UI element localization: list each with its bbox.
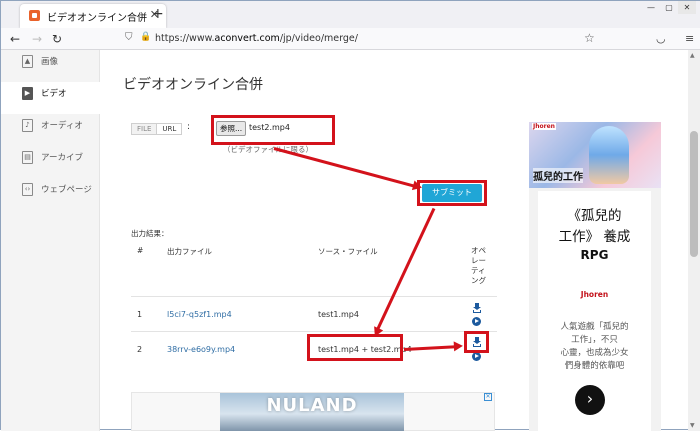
op-header-line: ティ	[471, 266, 486, 275]
sidebar-item-image[interactable]: ▲ 画像	[1, 50, 100, 82]
annotation-box-download	[464, 331, 489, 353]
op-header-line: ング	[471, 276, 486, 285]
sidebar-item-webpage[interactable]: ‹› ウェブページ	[1, 178, 100, 210]
menu-icon[interactable]: ≡	[685, 32, 694, 45]
ad-headline-2: 工作》 養成	[558, 229, 631, 245]
window-maximize-button[interactable]: ▢	[660, 1, 678, 14]
tab-strip: ビデオオンライン合併 ✕ + — ▢ ✕	[1, 1, 700, 28]
ad-headline-1: 《孤兒的	[567, 208, 622, 224]
browser-window: ビデオオンライン合併 ✕ + — ▢ ✕ ← → ↻ ⛉ 🔒 https://w…	[0, 0, 700, 431]
row-2-dropbox-icon[interactable]	[472, 352, 481, 361]
url-prefix: https://www.	[155, 33, 215, 44]
browser-tab[interactable]: ビデオオンライン合併 ✕	[20, 4, 166, 28]
audio-icon: ♪	[22, 119, 33, 132]
ad-line-2: 工作」，不只	[571, 335, 618, 345]
col-header-source: ソース・ファイル	[318, 247, 378, 256]
row-1-num: 1	[137, 310, 143, 319]
image-icon: ▲	[22, 55, 33, 68]
table-divider	[131, 296, 497, 297]
annotation-box-file	[211, 115, 335, 145]
annotation-box-sources	[307, 334, 403, 361]
pocket-icon[interactable]: ◡	[656, 32, 666, 45]
ad-close-icon[interactable]: ✕	[484, 393, 492, 401]
sidebar-item-archive[interactable]: ▤ アーカイブ	[1, 146, 100, 178]
ad-line-3: 心靈，也成為少女	[560, 348, 629, 358]
scrollbar-thumb[interactable]	[690, 131, 698, 257]
url-path: /jp/video/merge/	[279, 33, 358, 44]
navigation-bar: ← → ↻ ⛉ 🔒 https://www.aconvert.com/jp/vi…	[1, 28, 700, 50]
bottom-ad-text: NULAND	[266, 395, 358, 416]
ad-genre: RPG	[580, 248, 609, 262]
annotation-arrow-2	[376, 207, 436, 331]
tab-title: ビデオオンライン合併	[47, 13, 147, 24]
webpage-icon: ‹›	[22, 183, 33, 196]
lock-icon[interactable]: 🔒	[140, 32, 151, 42]
ad-line-1: 人氣遊戲「孤兒的	[560, 322, 629, 332]
forward-button[interactable]: →	[32, 31, 42, 47]
reload-button[interactable]: ↻	[52, 31, 62, 47]
row-2-output-link[interactable]: 38rrv-e6o9y.mp4	[167, 345, 235, 354]
mode-url-tab[interactable]: URL	[156, 124, 182, 134]
address-bar[interactable]: https://www.aconvert.com/jp/video/merge/	[155, 33, 358, 44]
mode-file-tab[interactable]: FILE	[132, 124, 157, 134]
annotation-arrow-1	[273, 147, 416, 188]
video-icon: ▶	[22, 87, 33, 100]
bookmark-star-icon[interactable]: ☆	[584, 31, 595, 45]
source-mode-toggle: FILE URL	[131, 123, 183, 135]
sidebar-item-audio[interactable]: ♪ オーディオ	[1, 114, 100, 146]
sidebar-item-label: ビデオ	[41, 89, 67, 99]
scroll-up-icon[interactable]: ▲	[690, 52, 695, 59]
annotation-box-submit	[417, 180, 487, 206]
sidebar-item-video[interactable]: ▶ ビデオ	[1, 82, 100, 114]
table-divider	[131, 331, 497, 332]
ad-line-4: 們身體的依靠吧	[564, 361, 625, 371]
row-1-source: test1.mp4	[318, 310, 359, 319]
category-sidebar: ▲ 画像 ▶ ビデオ ♪ オーディオ ▤ アーカイブ ‹› ウェブページ	[1, 50, 100, 431]
archive-icon: ▤	[22, 151, 33, 164]
site-favicon-icon	[29, 10, 40, 21]
scroll-down-icon[interactable]: ▼	[690, 422, 695, 429]
row-1-output-link[interactable]: l5ci7-q5zf1.mp4	[167, 310, 232, 319]
row-1-dropbox-icon[interactable]	[472, 317, 481, 326]
new-tab-button[interactable]: +	[152, 6, 164, 22]
ad-brand-label: Jhoren	[532, 123, 556, 130]
row-2-num: 2	[137, 345, 143, 354]
right-ad-image[interactable]: Jhoren 孤兒的工作	[529, 122, 661, 188]
window-minimize-button[interactable]: —	[642, 1, 660, 14]
row-1-download-icon[interactable]	[472, 303, 482, 313]
col-header-num: #	[137, 246, 144, 255]
sidebar-item-label: アーカイブ	[41, 153, 83, 163]
op-header-line: レー	[471, 256, 486, 265]
ad-game-title: 孤兒的工作	[533, 168, 583, 183]
ad-go-button[interactable]: ›	[575, 385, 605, 415]
back-button[interactable]: ←	[10, 31, 20, 47]
annotation-arrow-3	[403, 345, 457, 351]
window-close-button[interactable]: ✕	[678, 1, 696, 14]
page-title: ビデオオンライン合併	[123, 77, 263, 93]
ad-logo: Jhoren	[580, 290, 609, 299]
ad-character-image	[589, 126, 629, 184]
shield-icon[interactable]: ⛉	[125, 32, 133, 43]
sidebar-item-label: 画像	[41, 57, 59, 67]
op-header-line: オペ	[471, 246, 486, 255]
sidebar-item-label: オーディオ	[41, 121, 83, 131]
output-results-label: 出力結果：	[131, 229, 169, 238]
url-domain: aconvert.com	[214, 33, 280, 44]
col-header-operating: オペ レー ティ ング	[471, 246, 501, 286]
sidebar-item-label: ウェブページ	[41, 185, 92, 195]
bottom-ad-image[interactable]: NULAND	[220, 393, 404, 431]
mode-colon: :	[187, 122, 191, 132]
col-header-output: 出力ファイル	[167, 247, 212, 256]
